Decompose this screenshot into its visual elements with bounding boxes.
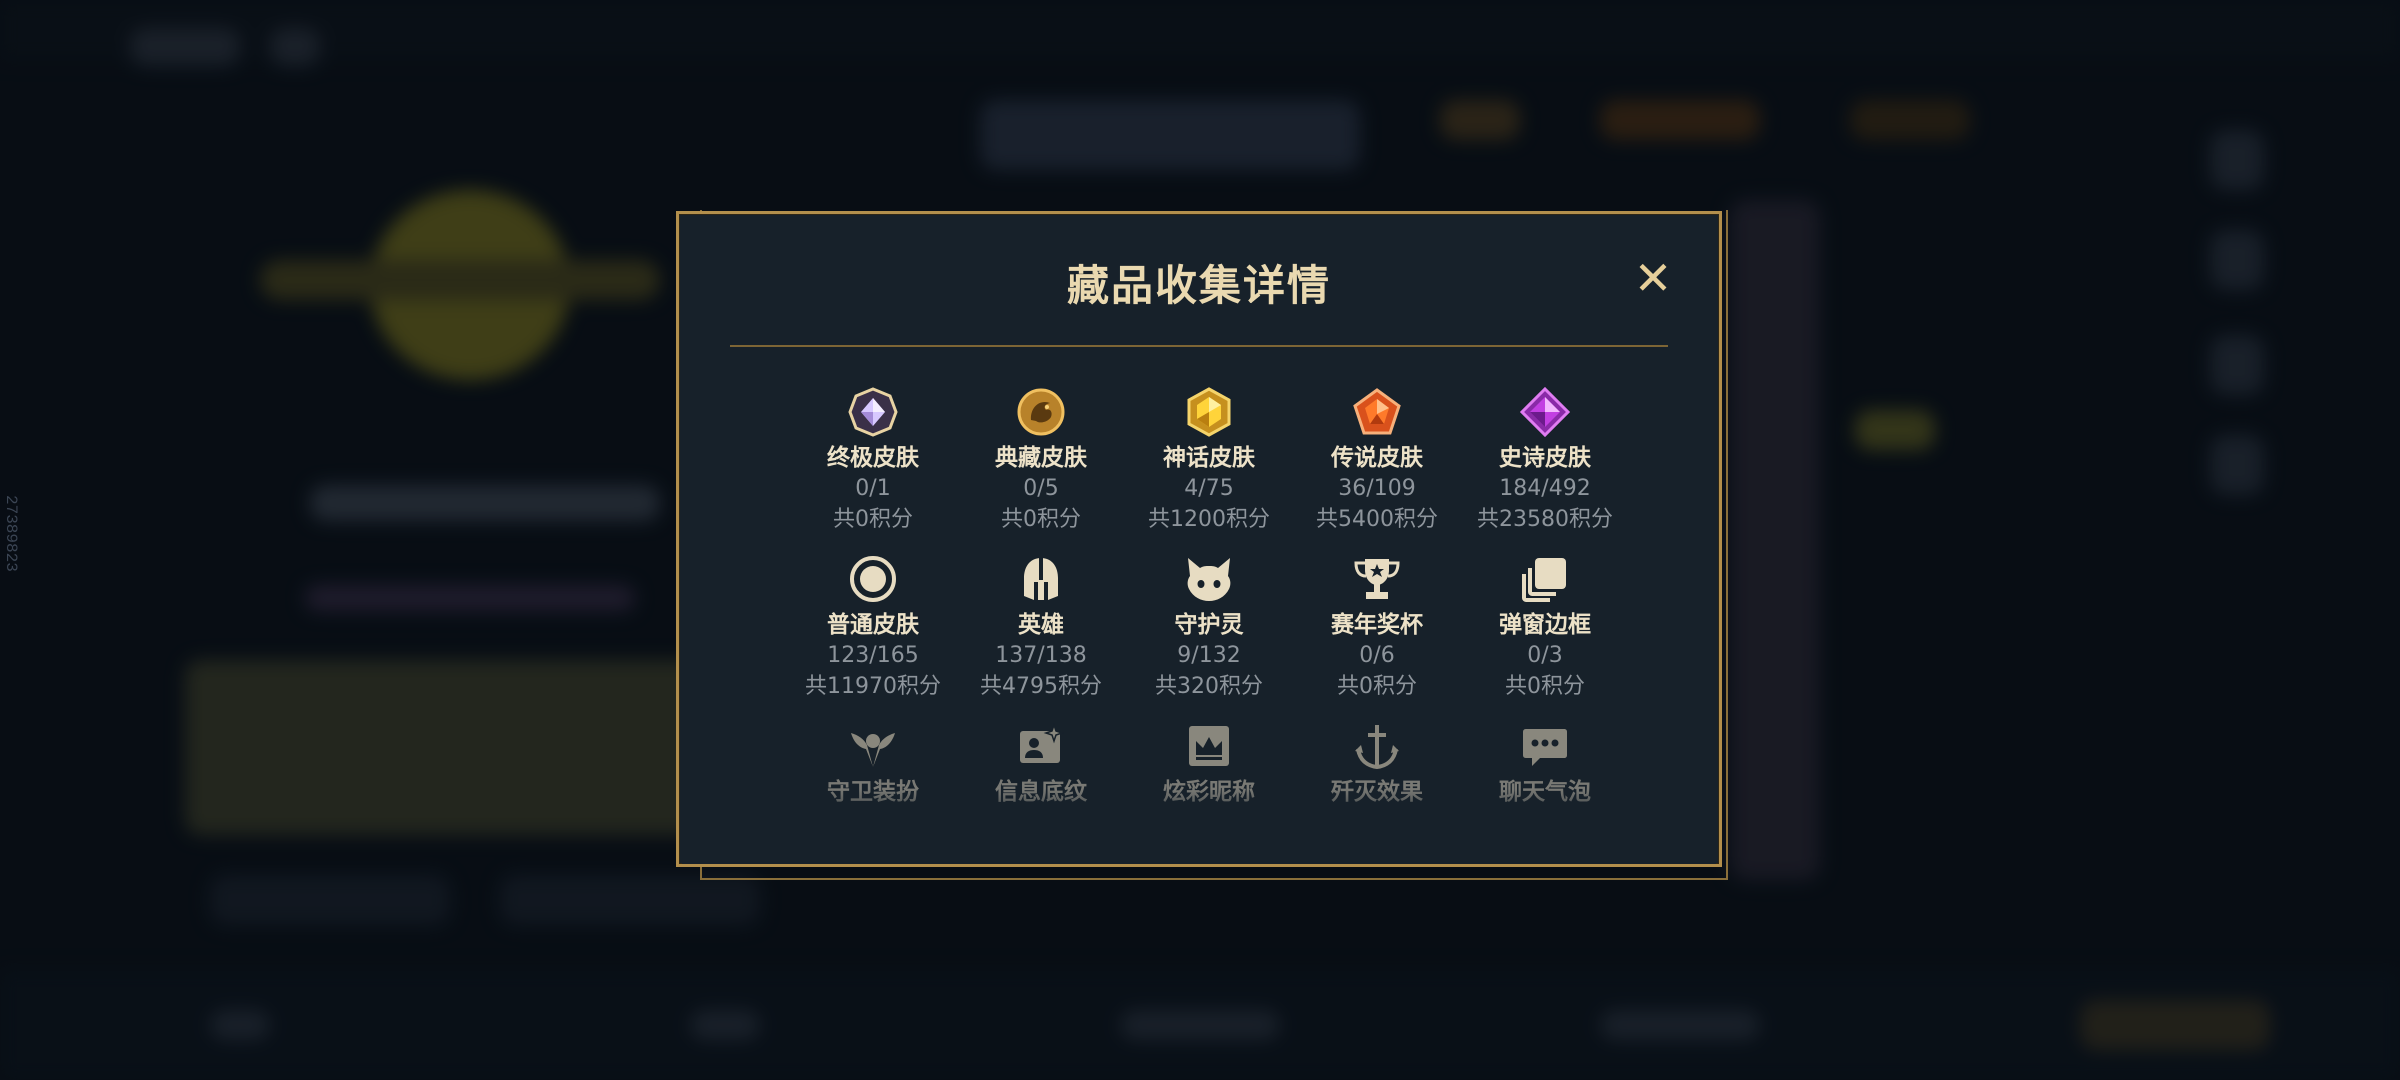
item-name: 守护灵 [1174,612,1244,638]
item-count: 0/1 [855,476,891,501]
anchor-sword-icon [1352,721,1402,771]
item-name: 歼灭效果 [1331,779,1423,805]
collection-item-kill-effect[interactable]: 歼灭效果 [1293,708,1461,875]
item-name: 终极皮肤 [827,445,919,471]
item-name: 普通皮肤 [827,612,919,638]
item-name: 赛年奖杯 [1331,612,1423,638]
item-count: 0/6 [1359,643,1395,668]
collection-item-ward-skin[interactable]: 守卫装扮 [789,708,957,875]
crown-frame-icon [1184,721,1234,771]
item-name: 传说皮肤 [1331,445,1423,471]
item-count: 0/3 [1527,643,1563,668]
stacked-frames-icon [1520,554,1570,604]
guardian-spirit-icon [1184,554,1234,604]
collection-item-chat-bubble[interactable]: 聊天气泡 [1461,708,1629,875]
item-points: 共5400积分 [1316,507,1438,532]
ultimate-gem-icon [848,387,898,437]
item-points: 共0积分 [1337,674,1417,699]
collection-item-ultimate-skin[interactable]: 终极皮肤 0/1 共0积分 [789,374,957,541]
collection-item-info-card[interactable]: 信息底纹 [957,708,1125,875]
profile-card-icon [1016,721,1066,771]
ring-icon [848,554,898,604]
item-name: 弹窗边框 [1499,612,1591,638]
item-points: 共23580积分 [1477,507,1613,532]
item-name: 神话皮肤 [1163,445,1255,471]
item-points: 共0积分 [1001,507,1081,532]
item-count: 137/138 [995,643,1087,668]
item-count: 4/75 [1184,476,1234,501]
legendary-gem-icon [1352,387,1402,437]
item-points: 共0积分 [1505,674,1585,699]
dragon-medallion-icon [1016,387,1066,437]
ward-icon [848,721,898,771]
item-name: 史诗皮肤 [1499,445,1591,471]
item-points: 共11970积分 [805,674,941,699]
item-points: 共320积分 [1155,674,1263,699]
item-name: 聊天气泡 [1499,779,1591,805]
collection-item-mythic-skin[interactable]: 神话皮肤 4/75 共1200积分 [1125,374,1293,541]
collection-item-hero[interactable]: 英雄 137/138 共4795积分 [957,541,1125,708]
collection-item-season-trophy[interactable]: 赛年奖杯 0/6 共0积分 [1293,541,1461,708]
epic-gem-icon [1520,387,1570,437]
trophy-icon [1352,554,1402,604]
collection-item-normal-skin[interactable]: 普通皮肤 123/165 共11970积分 [789,541,957,708]
item-points: 共4795积分 [980,674,1102,699]
item-name: 信息底纹 [995,779,1087,805]
item-points: 共0积分 [833,507,913,532]
title-divider [730,345,1668,347]
collection-item-epic-skin[interactable]: 史诗皮肤 184/492 共23580积分 [1461,374,1629,541]
chat-bubble-icon [1520,721,1570,771]
item-name: 守卫装扮 [827,779,919,805]
item-name: 英雄 [1018,612,1064,638]
collection-grid: 终极皮肤 0/1 共0积分 典藏皮肤 0/5 共0积分 神话皮肤 4/75 共1… [789,374,1629,875]
item-count: 9/132 [1177,643,1241,668]
collection-item-legendary-skin[interactable]: 传说皮肤 36/109 共5400积分 [1293,374,1461,541]
item-name: 典藏皮肤 [995,445,1087,471]
mythic-gem-icon [1184,387,1234,437]
collection-item-popup-frame[interactable]: 弹窗边框 0/3 共0积分 [1461,541,1629,708]
item-count: 36/109 [1338,476,1416,501]
close-button[interactable]: ✕ [1631,255,1675,301]
side-id-label: 27389823 [2,495,20,572]
item-count: 0/5 [1023,476,1059,501]
item-count: 123/165 [827,643,919,668]
collection-item-collector-skin[interactable]: 典藏皮肤 0/5 共0积分 [957,374,1125,541]
item-name: 炫彩昵称 [1163,779,1255,805]
collection-details-modal: 藏品收集详情 ✕ 终极皮肤 0/1 共0积分 典藏皮肤 0/5 共0积分 神话皮… [676,211,1722,867]
collection-item-guardian-spirit[interactable]: 守护灵 9/132 共320积分 [1125,541,1293,708]
helmet-icon [1016,554,1066,604]
item-points: 共1200积分 [1148,507,1270,532]
modal-title: 藏品收集详情 [1066,261,1331,310]
item-count: 184/492 [1499,476,1591,501]
collection-item-colorful-nickname[interactable]: 炫彩昵称 [1125,708,1293,875]
